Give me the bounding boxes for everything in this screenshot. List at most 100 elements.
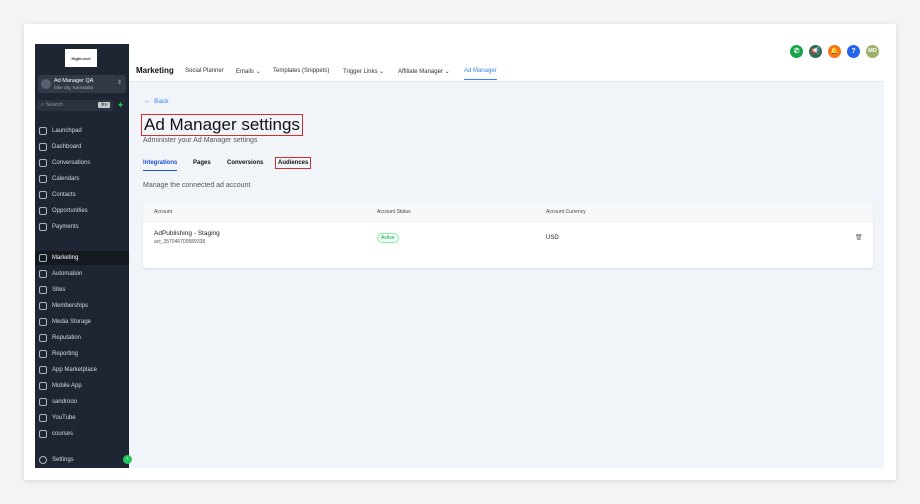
search-input[interactable]: ⌕ Search ⌘K (37, 100, 113, 111)
sidebar-item-label: Payments (52, 224, 79, 230)
sidebar-item-label: Dashboard (52, 144, 82, 150)
dashboard-icon (39, 143, 47, 151)
sidebar-item-label: sandrooo (52, 399, 78, 405)
sidebar-item-calendars[interactable]: Calendars (35, 172, 129, 186)
avatar[interactable]: MD (866, 45, 879, 58)
bell-icon[interactable]: 🔔 (828, 45, 841, 58)
sidebar-item-dashboard[interactable]: Dashboard (35, 140, 129, 154)
nav-social-planner[interactable]: Social Planner (185, 68, 224, 74)
page-subtitle: Administer your Ad Manager settings (143, 137, 258, 144)
section-description: Manage the connected ad account (143, 182, 251, 189)
sidebar-item-label: Calendars (52, 176, 80, 182)
app-marketplace-icon (39, 366, 47, 374)
sidebar-item-youtube[interactable]: YouTube (35, 411, 129, 425)
sidebar-item-reputation[interactable]: Reputation (35, 331, 129, 345)
sidebar-item-label: Reputation (52, 335, 82, 341)
sidebar-item-mobile-app[interactable]: Mobile App (35, 379, 129, 393)
conversations-icon (39, 159, 47, 167)
sidebar-item-automation[interactable]: Automation (35, 267, 129, 281)
tab-pages[interactable]: Pages (193, 160, 211, 166)
sidebar-item-app-marketplace[interactable]: App Marketplace (35, 363, 129, 377)
marketing-icon (39, 254, 47, 262)
chevron-down-icon: ⌄ (379, 69, 385, 75)
trash-icon[interactable]: 🗑 (855, 234, 863, 241)
megaphone-icon[interactable]: 📢 (809, 45, 822, 58)
nav-label: Affiliate Manager (398, 69, 443, 75)
help-icon[interactable]: ? (847, 45, 860, 58)
tab-integrations[interactable]: Integrations (143, 160, 178, 171)
sidebar-item-label: App Marketplace (52, 367, 98, 373)
sidebar-item-opportunities[interactable]: Opportunities (35, 204, 129, 218)
search-shortcut: ⌘K (98, 102, 110, 108)
page-title: Ad Manager settings (141, 114, 303, 136)
sidebar-item-memberships[interactable]: Memberships (35, 299, 129, 313)
opportunities-icon (39, 207, 47, 215)
nav-trigger-links[interactable]: Trigger Links ⌄ (343, 68, 384, 75)
back-label: Back (154, 98, 169, 105)
account-name: AdPublishing - Staging (154, 230, 220, 237)
media-storage-icon (39, 318, 47, 326)
youtube-icon (39, 414, 47, 422)
sidebar-item-label: YouTube (52, 415, 76, 421)
sidebar-item-label: Automation (52, 271, 83, 277)
section-title: Marketing (136, 66, 174, 75)
chevron-down-icon: ⌄ (255, 69, 261, 75)
sites-icon (39, 286, 47, 294)
sidebar-item-label: Media Storage (52, 319, 92, 325)
app: HighLevel Ad Manager QA fake city, Karna… (35, 44, 884, 468)
account-name: Ad Manager QA (54, 78, 94, 84)
sidebar-item-label: Conversations (52, 160, 91, 166)
sidebar-item-label: Launchpad (52, 128, 82, 134)
calendars-icon (39, 175, 47, 183)
sidebar-item-marketing[interactable]: Marketing (35, 251, 129, 265)
nav-emails[interactable]: Emails ⌄ (236, 68, 261, 75)
sidebar: HighLevel Ad Manager QA fake city, Karna… (35, 44, 129, 468)
column-header: Account Status (377, 209, 411, 215)
sidebar-item-courses[interactable]: courses (35, 427, 129, 441)
sidebar-item-conversations[interactable]: Conversations (35, 156, 129, 170)
quick-add-icon[interactable]: ✦ (116, 101, 125, 110)
nav-label: Trigger Links (343, 69, 378, 75)
sidebar-item-sites[interactable]: Sites (35, 283, 129, 297)
column-header: Account Currency (546, 209, 586, 215)
memberships-icon (39, 302, 47, 310)
account-location: fake city, Karnataka (54, 85, 94, 90)
phone-icon[interactable]: ✆ (790, 45, 803, 58)
sidebar-item-label: Sites (52, 287, 66, 293)
nav-templates[interactable]: Templates (Snippets) (273, 68, 329, 74)
account-avatar-icon (41, 79, 51, 89)
reporting-icon (39, 350, 47, 358)
sidebar-item-label: Marketing (52, 255, 79, 261)
account-id: act_357046700589338 (154, 239, 206, 245)
sidebar-item-label: Memberships (52, 303, 89, 309)
accounts-table: Account Account Status Account Currency … (143, 202, 873, 268)
nav-ad-manager[interactable]: Ad Manager (464, 68, 497, 80)
sandrooo-icon (39, 398, 47, 406)
back-link[interactable]: ← Back (144, 98, 169, 105)
nav-affiliate-manager[interactable]: Affiliate Manager ⌄ (398, 68, 450, 75)
tab-conversions[interactable]: Conversions (227, 160, 263, 166)
sidebar-item-label: Settings (52, 457, 74, 463)
sidebar-item-settings[interactable]: Settings (35, 453, 129, 467)
tab-audiences[interactable]: Audiences (275, 157, 312, 169)
status-badge: Active (377, 233, 399, 243)
launchpad-icon (39, 127, 47, 135)
collapse-sidebar-button[interactable]: ‹ (123, 455, 132, 464)
sidebar-item-sandrooo[interactable]: sandrooo (35, 395, 129, 409)
reputation-icon (39, 334, 47, 342)
gear-icon (39, 456, 47, 464)
sidebar-item-payments[interactable]: Payments (35, 220, 129, 234)
column-header: Account (154, 209, 173, 215)
account-switcher[interactable]: Ad Manager QA fake city, Karnataka ⇕ (38, 75, 126, 93)
chevron-down-icon: ⌄ (444, 69, 450, 75)
sidebar-item-label: Contacts (52, 192, 76, 198)
contacts-icon (39, 191, 47, 199)
arrow-left-icon: ← (144, 98, 151, 105)
sidebar-item-contacts[interactable]: Contacts (35, 188, 129, 202)
sidebar-item-reporting[interactable]: Reporting (35, 347, 129, 361)
table-header: Account Account Status Account Currency (143, 202, 873, 222)
sidebar-item-launchpad[interactable]: Launchpad (35, 124, 129, 138)
sidebar-item-media-storage[interactable]: Media Storage (35, 315, 129, 329)
sidebar-item-label: Mobile App (52, 383, 82, 389)
payments-icon (39, 223, 47, 231)
